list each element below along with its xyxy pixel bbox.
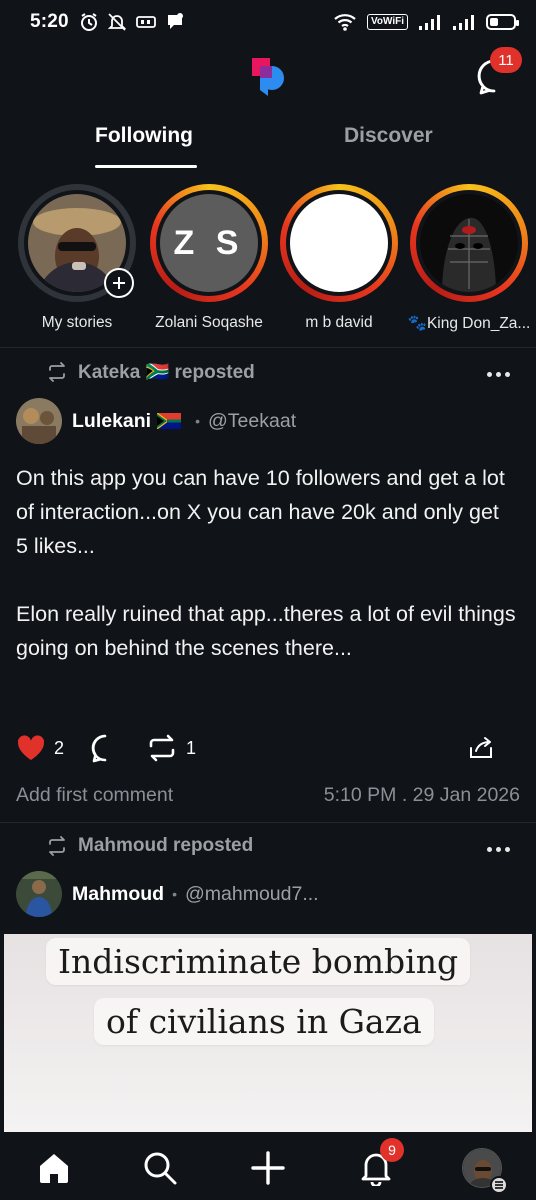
feed-post[interactable]: Kateka 🇿🇦 reposted Lulekani • @Teekaat O… (0, 348, 536, 822)
notifications-badge: 9 (380, 1138, 404, 1162)
menu-icon (490, 1176, 508, 1194)
status-left-icons (79, 12, 185, 32)
sim-icon (135, 16, 156, 28)
reposted-by-text: Mahmoud reposted (78, 835, 254, 856)
message-notif-icon (167, 13, 183, 29)
story-m-b-david[interactable]: m b david (274, 184, 404, 332)
story-ring (410, 184, 528, 302)
separator-dot: • (195, 413, 201, 429)
media-caption-line-1: Indiscriminate bombing (46, 938, 471, 985)
post-timestamp: 5:10 PM . 29 Jan 2026 (323, 784, 520, 806)
repost-line: Mahmoud reposted (46, 835, 253, 857)
repost-icon (49, 362, 65, 382)
masked-figure-image (420, 194, 518, 292)
signal-icon-1 (419, 15, 440, 30)
repost-line: Kateka 🇿🇦 reposted (46, 360, 255, 384)
nav-profile[interactable] (460, 1146, 508, 1194)
plus-icon (113, 277, 125, 289)
repost-button[interactable]: 1 (146, 734, 196, 762)
share-icon (470, 737, 492, 758)
tab-discover[interactable]: Discover (344, 124, 433, 148)
story-my-stories[interactable]: My stories (12, 184, 142, 332)
home-icon (40, 1154, 68, 1183)
separator-dot: • (172, 886, 177, 902)
stories-row: My stories Z S Zolani Soqashe m b david (0, 184, 536, 334)
active-tab-indicator (95, 165, 197, 168)
battery-icon (486, 14, 519, 30)
comment-button[interactable] (90, 733, 120, 763)
vowifi-indicator: VoWiFi (366, 14, 408, 30)
story-label: m b david (305, 314, 373, 331)
author-handle[interactable]: @mahmoud7... (185, 883, 319, 906)
status-bar: 5:20 VoWiFi (0, 0, 536, 44)
plus-icon (251, 1151, 285, 1185)
heart-icon (17, 735, 45, 760)
alarm-icon (80, 13, 97, 31)
messages-badge: 11 (490, 47, 522, 73)
repost-icon (149, 734, 175, 762)
author-row[interactable]: Lulekani • @Teekaat (16, 398, 296, 444)
author-name[interactable]: Lulekani (72, 410, 151, 433)
media-caption-line-2: of civilians in Gaza (94, 998, 434, 1045)
post-media-image[interactable]: Indiscriminate bombing of civilians in G… (4, 934, 532, 1132)
feed-tabs: Following Discover (0, 124, 536, 174)
story-label: My stories (41, 314, 113, 331)
wifi-icon (334, 14, 356, 31)
share-button[interactable] (468, 736, 494, 760)
signal-icon-2 (453, 15, 474, 30)
author-handle[interactable]: @Teekaat (208, 410, 296, 433)
comment-row: Add first comment 5:10 PM . 29 Jan 2026 (16, 784, 520, 807)
battery-fill (490, 18, 498, 26)
nav-create-post[interactable] (246, 1146, 290, 1190)
bottom-navigation (0, 1132, 536, 1200)
avatar (420, 194, 518, 292)
story-ring (18, 184, 136, 302)
post-actions: 2 1 (16, 732, 520, 764)
status-time: 5:20 (30, 11, 69, 32)
nav-home[interactable] (32, 1146, 76, 1190)
avatar[interactable] (16, 871, 62, 917)
like-count: 2 (54, 737, 65, 758)
story-zolani-soqashe[interactable]: Z S Zolani Soqashe (144, 184, 274, 332)
story-ring (280, 184, 398, 302)
story-king-don[interactable]: 🐾King Don_Za... (404, 184, 534, 333)
post-text: On this app you can have 10 followers an… (16, 466, 516, 660)
author-name[interactable]: Mahmoud (72, 883, 164, 906)
app-logo-icon[interactable] (248, 54, 288, 100)
story-label: 🐾King Don_Za... (407, 315, 531, 332)
story-ring: Z S (150, 184, 268, 302)
repost-icon (49, 836, 65, 856)
search-icon (144, 1152, 177, 1185)
comment-icon (91, 734, 107, 763)
add-story-button[interactable] (104, 268, 134, 298)
more-options-button[interactable] (484, 364, 512, 384)
bell-muted-icon (107, 13, 127, 31)
like-button[interactable]: 2 (16, 734, 64, 762)
repost-count: 1 (186, 737, 197, 758)
add-comment-link[interactable]: Add first comment (16, 784, 173, 807)
tab-following[interactable]: Following (95, 124, 193, 148)
avatar: Z S (160, 194, 258, 292)
avatar (290, 194, 388, 292)
south-africa-flag-icon (157, 413, 182, 429)
author-row[interactable]: Mahmoud • @mahmoud7... (16, 871, 319, 917)
status-right: VoWiFi (333, 12, 519, 32)
nav-search[interactable] (138, 1146, 182, 1190)
more-options-button[interactable] (484, 839, 512, 859)
reposted-by-text: Kateka 🇿🇦 reposted (78, 362, 255, 383)
story-label: Zolani Soqashe (155, 314, 263, 331)
avatar[interactable] (16, 398, 62, 444)
